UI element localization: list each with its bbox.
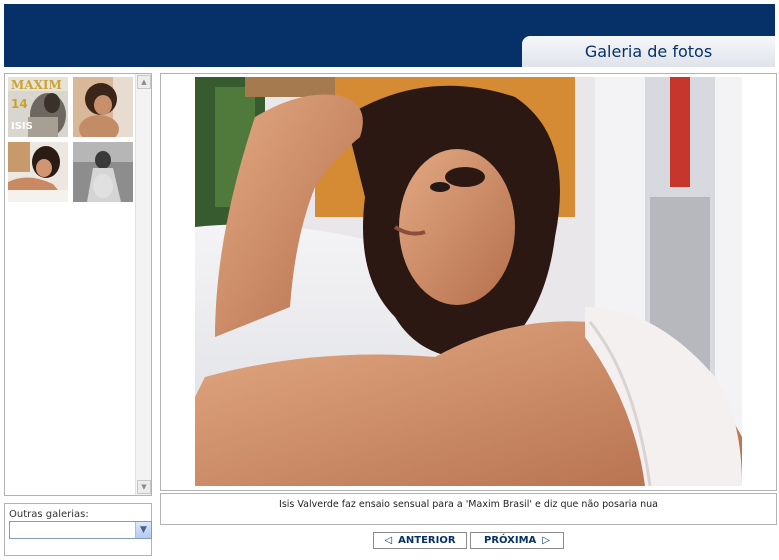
next-button[interactable]: PRÓXIMA ▷ bbox=[470, 532, 564, 549]
thumbnail-2[interactable] bbox=[73, 77, 133, 137]
page-title: Galeria de fotos bbox=[522, 36, 775, 67]
previous-button-label: ANTERIOR bbox=[398, 535, 456, 546]
previous-button[interactable]: ◁ ANTERIOR bbox=[373, 532, 467, 549]
thumbnail-3[interactable] bbox=[8, 142, 68, 202]
other-galleries-label: Outras galerias: bbox=[9, 509, 89, 520]
photo-thumbnail bbox=[8, 142, 68, 202]
magazine-cover-thumbnail: MAXIM 14 ISIS bbox=[8, 77, 68, 137]
dropdown-button[interactable]: ▼ bbox=[135, 522, 151, 538]
cover-issue: 14 bbox=[11, 97, 28, 111]
photo-thumbnail bbox=[73, 142, 133, 202]
other-galleries-select[interactable]: ▼ bbox=[9, 521, 152, 539]
photo-caption: Isis Valverde faz ensaio sensual para a … bbox=[160, 493, 777, 525]
scroll-up-button[interactable]: ▲ bbox=[137, 75, 151, 89]
thumbnail-1[interactable]: MAXIM 14 ISIS bbox=[8, 77, 68, 137]
scroll-down-button[interactable]: ▼ bbox=[137, 480, 151, 494]
thumbnail-scrollbar[interactable]: ▲ ▼ bbox=[135, 74, 151, 495]
chevron-down-icon: ▼ bbox=[141, 483, 147, 491]
main-photo-image bbox=[195, 77, 742, 486]
chevron-down-icon: ▼ bbox=[140, 525, 147, 535]
cover-name: ISIS bbox=[11, 121, 33, 132]
triangle-left-icon: ◁ bbox=[384, 535, 393, 546]
thumbnail-panel: MAXIM 14 ISIS ▲ ▼ bbox=[4, 73, 152, 496]
other-galleries-panel: Outras galerias: ▼ bbox=[4, 503, 152, 556]
cover-text: MAXIM bbox=[11, 78, 62, 92]
thumbnail-4[interactable] bbox=[73, 142, 133, 202]
chevron-up-icon: ▲ bbox=[141, 78, 147, 86]
main-photo bbox=[195, 77, 742, 486]
triangle-right-icon: ▷ bbox=[542, 535, 550, 546]
photo-thumbnail bbox=[73, 77, 133, 137]
next-button-label: PRÓXIMA bbox=[484, 535, 537, 546]
photo-panel bbox=[160, 73, 777, 491]
